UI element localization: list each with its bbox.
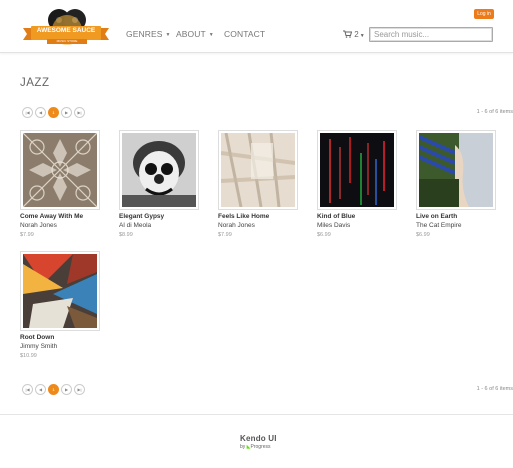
nav-item-genres[interactable]: GENRES ▼ xyxy=(126,29,171,39)
nav-label: ABOUT xyxy=(176,29,206,39)
product-artist: Miles Davis xyxy=(317,222,351,229)
by-label: by xyxy=(240,444,246,450)
neon-lines-icon xyxy=(320,133,394,207)
pager-info: 1 - 6 of 6 items xyxy=(476,386,513,392)
product-price: $7.99 xyxy=(218,232,232,238)
product-price: $7.99 xyxy=(20,232,34,238)
kendo-label: Kendo UI xyxy=(240,434,277,443)
footer-divider xyxy=(0,414,513,415)
cart-icon xyxy=(343,30,354,39)
product-price: $8.99 xyxy=(119,232,133,238)
nav-label: CONTACT xyxy=(224,29,266,39)
first-page-icon[interactable]: |◀ xyxy=(22,384,33,395)
nav-label: GENRES xyxy=(126,29,163,39)
caret-down-icon: ▼ xyxy=(208,31,214,38)
last-page-icon[interactable]: ▶| xyxy=(74,107,85,118)
next-page-icon[interactable]: ▶ xyxy=(61,107,72,118)
product-artist: Al di Meola xyxy=(119,222,152,229)
pager-top: |◀ ◀ 1 ▶ ▶| 1 - 6 of 6 items xyxy=(22,107,513,118)
login-button[interactable]: Log in xyxy=(474,9,494,19)
nav-item-about[interactable]: ABOUT ▼ xyxy=(176,29,214,39)
logo-subtext: MUSIC STORE xyxy=(56,39,78,43)
page-title: JAZZ xyxy=(20,77,50,89)
pager-bottom: |◀ ◀ 1 ▶ ▶| 1 - 6 of 6 items xyxy=(22,384,513,395)
product-title[interactable]: Feels Like Home xyxy=(218,213,269,220)
album-cover[interactable] xyxy=(218,130,298,210)
kendo-ui-logo[interactable]: Kendo UI by ◣Progress xyxy=(240,434,285,450)
clown-bw-icon xyxy=(122,133,196,207)
caret-down-icon: ▼ xyxy=(359,33,365,39)
caret-down-icon: ▼ xyxy=(165,31,171,38)
pattern-taupe-icon xyxy=(23,133,97,207)
first-page-icon[interactable]: |◀ xyxy=(22,107,33,118)
cart-count: 2 xyxy=(354,30,359,39)
product-price: $10.99 xyxy=(20,353,37,359)
product-artist: Norah Jones xyxy=(20,222,57,229)
site-header: AWESOME SAUCE MUSIC STORE GENRES ▼ ABOUT ▼… xyxy=(0,0,513,53)
beige-abstract-icon xyxy=(221,133,295,207)
prev-page-icon[interactable]: ◀ xyxy=(35,384,46,395)
product-title[interactable]: Live on Earth xyxy=(416,213,457,220)
striped-figure-icon xyxy=(419,133,493,207)
album-cover[interactable] xyxy=(416,130,496,210)
next-page-icon[interactable]: ▶ xyxy=(61,384,72,395)
store-logo[interactable]: AWESOME SAUCE MUSIC STORE xyxy=(21,8,111,46)
product-title[interactable]: Kind of Blue xyxy=(317,213,355,220)
album-cover[interactable] xyxy=(20,130,100,210)
page-number-button[interactable]: 1 xyxy=(48,384,59,395)
progress-label: Progress xyxy=(250,444,271,450)
logo-text: AWESOME SAUCE xyxy=(36,27,96,34)
last-page-icon[interactable]: ▶| xyxy=(74,384,85,395)
page-number-button[interactable]: 1 xyxy=(48,107,59,118)
product-title[interactable]: Come Away With Me xyxy=(20,213,83,220)
product-price: $6.99 xyxy=(416,232,430,238)
nav-item-contact[interactable]: CONTACT xyxy=(224,29,265,39)
product-title[interactable]: Root Down xyxy=(20,334,54,341)
prev-page-icon[interactable]: ◀ xyxy=(35,107,46,118)
album-cover[interactable] xyxy=(119,130,199,210)
pager-info: 1 - 6 of 6 items xyxy=(476,109,513,115)
colored-planes-icon xyxy=(23,254,97,328)
product-artist: The Cat Empire xyxy=(416,222,462,229)
product-title[interactable]: Elegant Gypsy xyxy=(119,213,164,220)
by-progress: by ◣Progress xyxy=(240,444,285,450)
product-price: $6.99 xyxy=(317,232,331,238)
album-cover[interactable] xyxy=(317,130,397,210)
cart-button[interactable]: 2▼ xyxy=(343,30,365,39)
product-artist: Norah Jones xyxy=(218,222,255,229)
search-input[interactable] xyxy=(369,27,493,42)
product-artist: Jimmy Smith xyxy=(20,343,58,350)
album-cover[interactable] xyxy=(20,251,100,331)
